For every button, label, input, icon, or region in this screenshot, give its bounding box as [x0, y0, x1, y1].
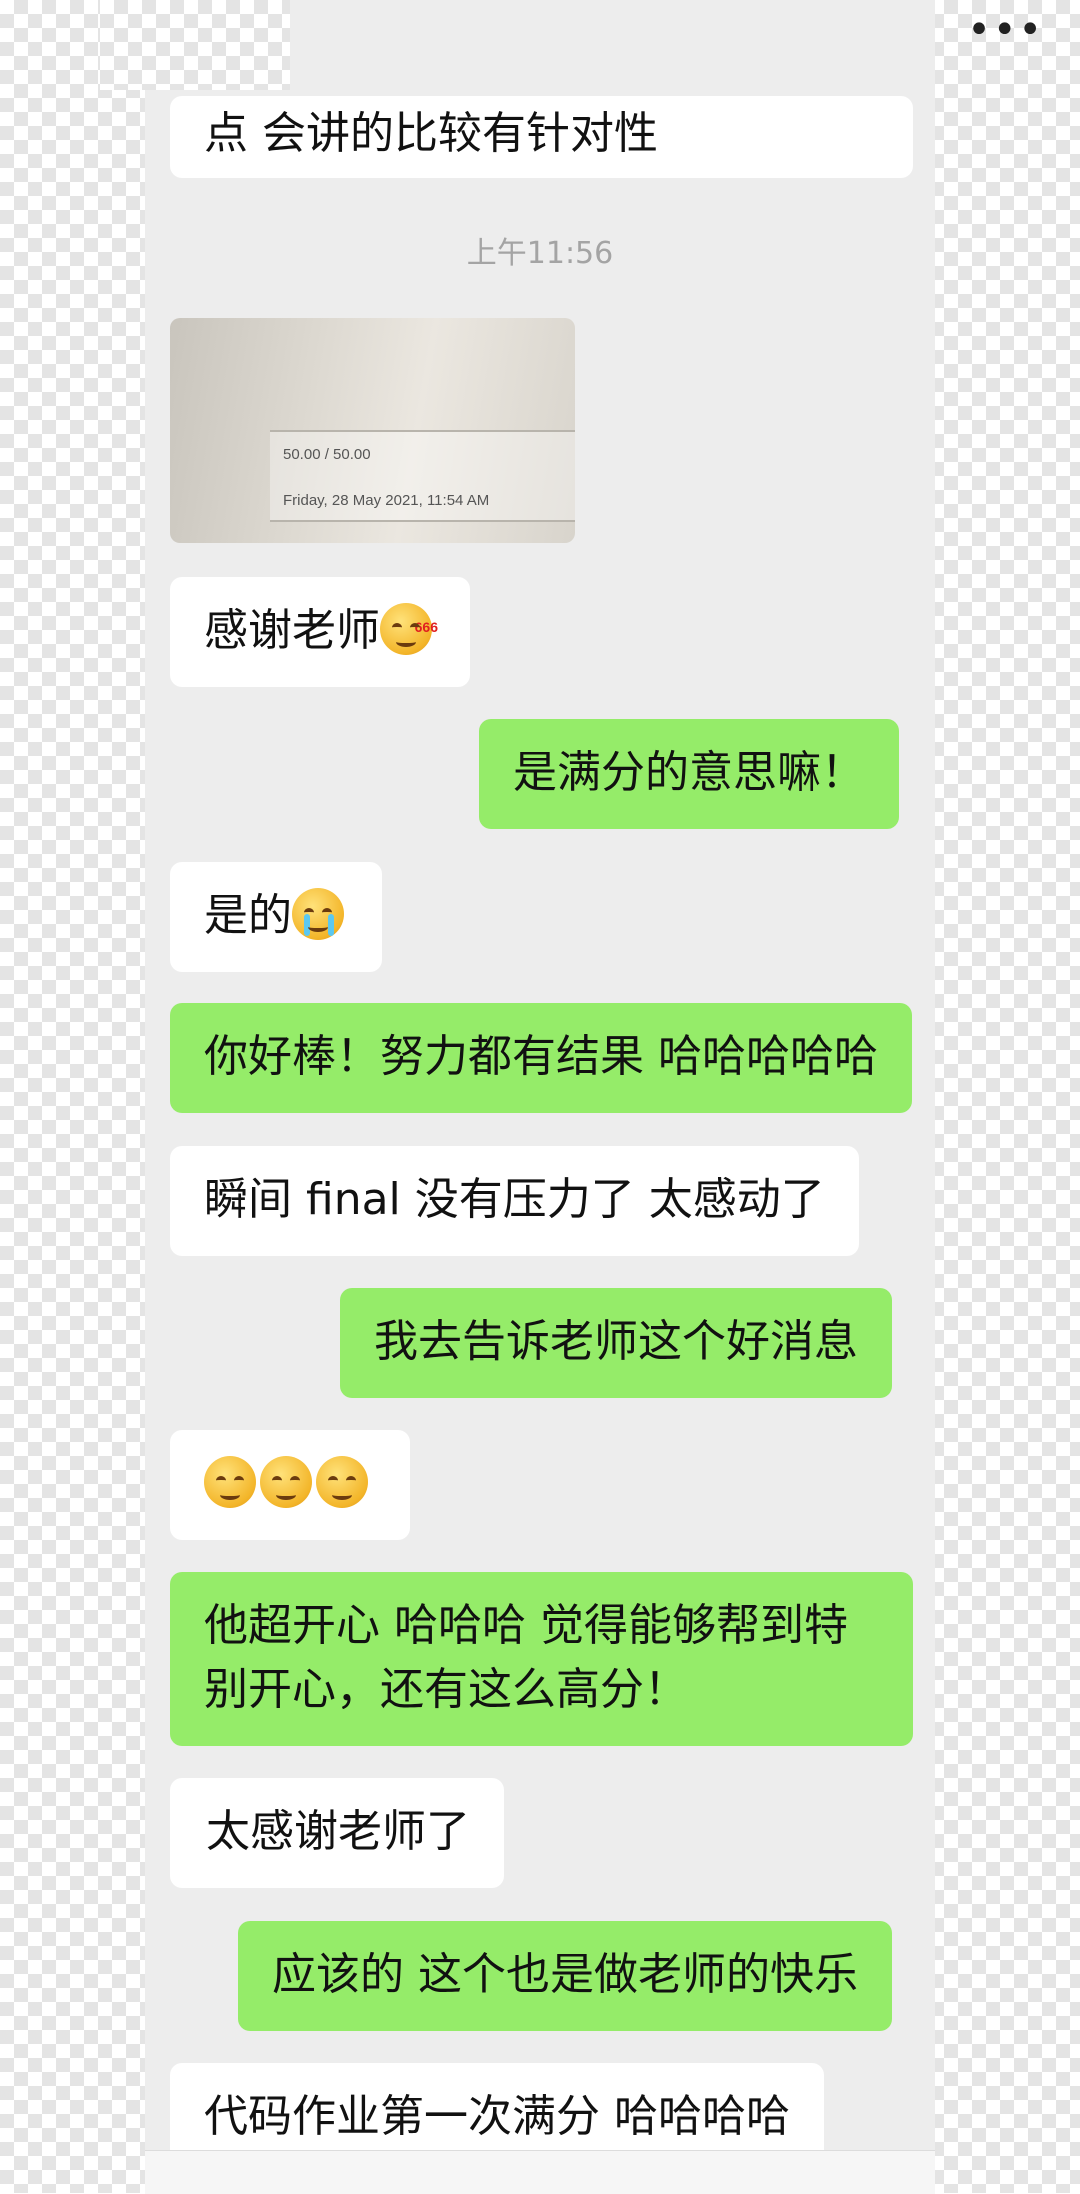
- privacy-mosaic-right: [930, 0, 1080, 2193]
- message-text: 点 会讲的比较有针对性: [204, 108, 658, 159]
- message-bubble-incoming[interactable]: 感谢老师 666: [170, 577, 470, 687]
- message-bubble-outgoing[interactable]: 应该的 这个也是做老师的快乐: [238, 1921, 892, 2031]
- message-bubble-incoming[interactable]: 点 会讲的比较有针对性: [170, 96, 913, 178]
- message-text: 是满分的意思嘛！: [513, 747, 865, 798]
- message-text: 我去告诉老师这个好消息: [374, 1316, 858, 1367]
- input-bar[interactable]: [145, 2150, 935, 2194]
- image-score-text: 50.00 / 50.00: [283, 446, 371, 463]
- smirk-emoji-icon: [260, 1456, 312, 1508]
- privacy-mosaic-top: [100, 0, 290, 90]
- message-bubble-outgoing[interactable]: 你好棒！努力都有结果 哈哈哈哈哈: [170, 1003, 912, 1113]
- message-text-line-1: 他超开心 哈哈哈 觉得能够帮到特: [204, 1600, 848, 1651]
- privacy-mosaic-left: [0, 0, 150, 2193]
- message-bubble-incoming[interactable]: 是的: [170, 862, 382, 972]
- message-bubble-incoming[interactable]: 瞬间 final 没有压力了 太感动了: [170, 1146, 859, 1256]
- smirk-666-emoji-icon: 666: [380, 603, 438, 655]
- message-timestamp: 上午11:56: [466, 236, 614, 271]
- image-message-thumbnail[interactable]: 50.00 / 50.00 Friday, 28 May 2021, 11:54…: [170, 318, 575, 543]
- message-bubble-incoming[interactable]: 太感谢老师了: [170, 1778, 504, 1888]
- message-text: 应该的 这个也是做老师的快乐: [272, 1949, 858, 2000]
- message-text: 太感谢老师了: [206, 1806, 470, 1857]
- message-text: 是的: [204, 890, 292, 941]
- crying-emoji-icon: [292, 888, 344, 940]
- smirk-emoji-icon: [204, 1456, 256, 1508]
- message-bubble-outgoing[interactable]: 是满分的意思嘛！: [479, 719, 899, 829]
- more-options-button[interactable]: •••: [967, 10, 1044, 50]
- message-bubble-incoming[interactable]: [170, 1430, 410, 1540]
- message-text-line-2: 别开心，还有这么高分！: [204, 1664, 688, 1715]
- image-date-text: Friday, 28 May 2021, 11:54 AM: [283, 492, 490, 509]
- message-text: 你好棒！努力都有结果 哈哈哈哈哈: [204, 1031, 878, 1082]
- message-bubble-outgoing[interactable]: 我去告诉老师这个好消息: [340, 1288, 892, 1398]
- message-text: 瞬间 final 没有压力了 太感动了: [204, 1174, 825, 1225]
- message-text: 代码作业第一次满分 哈哈哈哈: [204, 2091, 790, 2142]
- message-text: 感谢老师: [204, 605, 380, 656]
- message-bubble-outgoing[interactable]: 他超开心 哈哈哈 觉得能够帮到特 别开心，还有这么高分！: [170, 1572, 913, 1746]
- smirk-emoji-icon: [316, 1456, 368, 1508]
